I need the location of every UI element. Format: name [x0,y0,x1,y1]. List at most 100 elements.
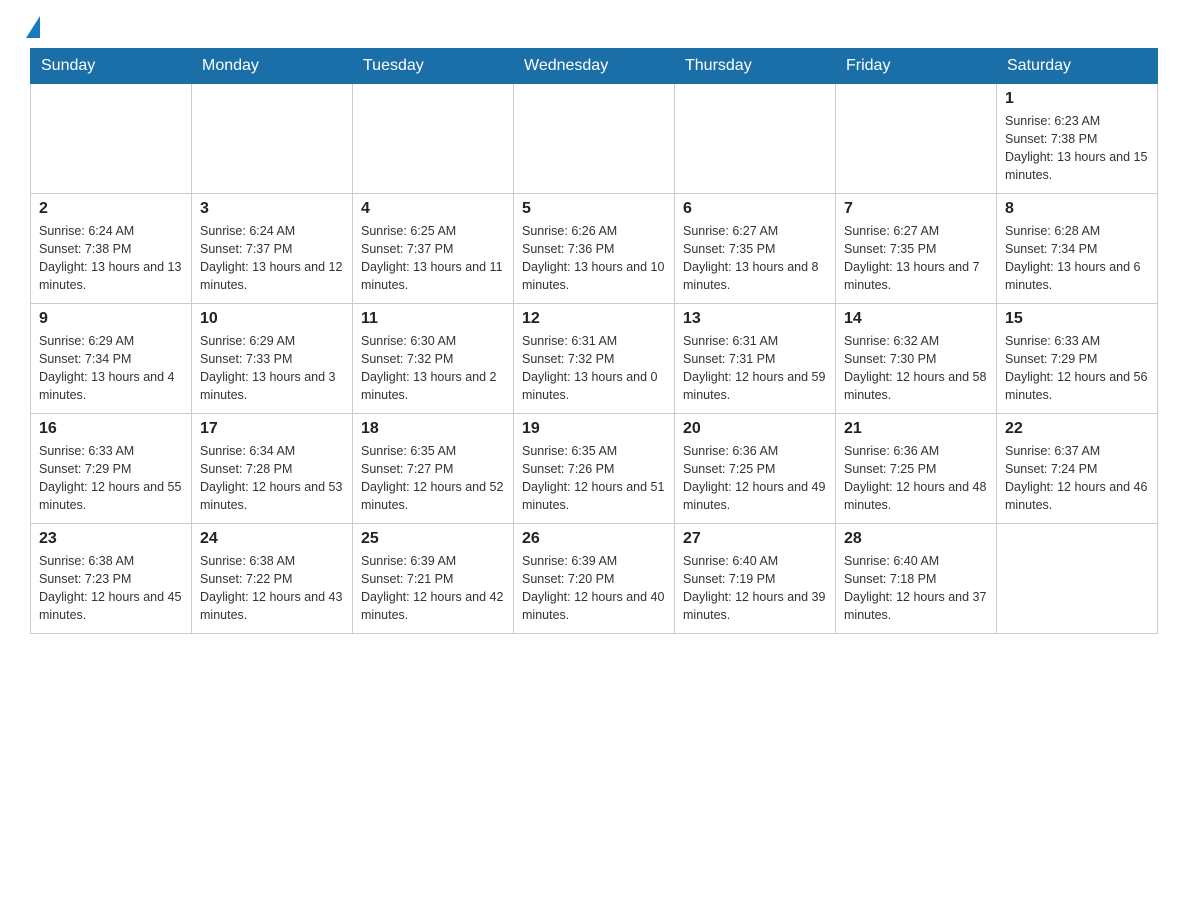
day-info: Sunrise: 6:24 AM Sunset: 7:37 PM Dayligh… [200,222,344,295]
day-info: Sunrise: 6:35 AM Sunset: 7:26 PM Dayligh… [522,442,666,515]
calendar-cell: 6 Sunrise: 6:27 AM Sunset: 7:35 PM Daylig… [675,194,836,304]
logo-triangle-icon [26,16,40,38]
day-number: 12 [522,310,666,328]
logo [30,20,40,38]
day-info: Sunrise: 6:27 AM Sunset: 7:35 PM Dayligh… [844,222,988,295]
day-info: Sunrise: 6:40 AM Sunset: 7:18 PM Dayligh… [844,552,988,625]
day-info: Sunrise: 6:28 AM Sunset: 7:34 PM Dayligh… [1005,222,1149,295]
weekday-header-monday: Monday [192,49,353,84]
calendar-cell: 8 Sunrise: 6:28 AM Sunset: 7:34 PM Daylig… [997,194,1158,304]
calendar-cell: 25Sunrise: 6:39 AM Sunset: 7:21 PM Dayli… [353,524,514,634]
week-row-1: 1Sunrise: 6:23 AM Sunset: 7:38 PM Daylig… [31,84,1158,194]
calendar-cell: 17Sunrise: 6:34 AM Sunset: 7:28 PM Dayli… [192,414,353,524]
day-number: 18 [361,420,505,438]
day-number: 6 [683,200,827,218]
calendar-cell: 13 Sunrise: 6:31 AM Sunset: 7:31 PM Dayli… [675,304,836,414]
day-number: 19 [522,420,666,438]
calendar-cell: 2Sunrise: 6:24 AM Sunset: 7:38 PM Daylig… [31,194,192,304]
day-info: Sunrise: 6:39 AM Sunset: 7:20 PM Dayligh… [522,552,666,625]
day-info: Sunrise: 6:39 AM Sunset: 7:21 PM Dayligh… [361,552,505,625]
day-number: 27 [683,530,827,548]
day-info: Sunrise: 6:30 AM Sunset: 7:32 PM Dayligh… [361,332,505,405]
day-info: Sunrise: 6:32 AM Sunset: 7:30 PM Dayligh… [844,332,988,405]
day-number: 3 [200,200,344,218]
day-number: 26 [522,530,666,548]
day-info: Sunrise: 6:31 AM Sunset: 7:32 PM Dayligh… [522,332,666,405]
calendar-cell [997,524,1158,634]
day-number: 9 [39,310,183,328]
calendar-cell: 23 Sunrise: 6:38 AM Sunset: 7:23 PM Dayli… [31,524,192,634]
calendar-cell: 27 Sunrise: 6:40 AM Sunset: 7:19 PM Dayli… [675,524,836,634]
day-info: Sunrise: 6:33 AM Sunset: 7:29 PM Dayligh… [39,442,183,515]
day-number: 5 [522,200,666,218]
day-number: 22 [1005,420,1149,438]
week-row-4: 16 Sunrise: 6:33 AM Sunset: 7:29 PM Dayli… [31,414,1158,524]
day-info: Sunrise: 6:38 AM Sunset: 7:22 PM Dayligh… [200,552,344,625]
calendar-cell: 4Sunrise: 6:25 AM Sunset: 7:37 PM Daylig… [353,194,514,304]
calendar-cell: 3 Sunrise: 6:24 AM Sunset: 7:37 PM Daylig… [192,194,353,304]
day-info: Sunrise: 6:29 AM Sunset: 7:33 PM Dayligh… [200,332,344,405]
weekday-header-thursday: Thursday [675,49,836,84]
calendar-cell: 11 Sunrise: 6:30 AM Sunset: 7:32 PM Dayli… [353,304,514,414]
day-info: Sunrise: 6:29 AM Sunset: 7:34 PM Dayligh… [39,332,183,405]
calendar-cell [192,84,353,194]
weekday-header-row: SundayMondayTuesdayWednesdayThursdayFrid… [31,49,1158,84]
day-number: 1 [1005,90,1149,108]
day-number: 24 [200,530,344,548]
day-info: Sunrise: 6:26 AM Sunset: 7:36 PM Dayligh… [522,222,666,295]
day-number: 8 [1005,200,1149,218]
calendar-cell [353,84,514,194]
calendar-cell: 10 Sunrise: 6:29 AM Sunset: 7:33 PM Dayli… [192,304,353,414]
day-info: Sunrise: 6:33 AM Sunset: 7:29 PM Dayligh… [1005,332,1149,405]
day-info: Sunrise: 6:38 AM Sunset: 7:23 PM Dayligh… [39,552,183,625]
day-info: Sunrise: 6:31 AM Sunset: 7:31 PM Dayligh… [683,332,827,405]
weekday-header-tuesday: Tuesday [353,49,514,84]
calendar-cell: 16 Sunrise: 6:33 AM Sunset: 7:29 PM Dayli… [31,414,192,524]
calendar-cell: 18 Sunrise: 6:35 AM Sunset: 7:27 PM Dayli… [353,414,514,524]
day-number: 21 [844,420,988,438]
calendar-cell: 15 Sunrise: 6:33 AM Sunset: 7:29 PM Dayli… [997,304,1158,414]
calendar-cell [675,84,836,194]
calendar-cell: 19 Sunrise: 6:35 AM Sunset: 7:26 PM Dayli… [514,414,675,524]
weekday-header-friday: Friday [836,49,997,84]
day-number: 4 [361,200,505,218]
calendar-cell: 12 Sunrise: 6:31 AM Sunset: 7:32 PM Dayli… [514,304,675,414]
day-number: 10 [200,310,344,328]
day-number: 15 [1005,310,1149,328]
week-row-3: 9 Sunrise: 6:29 AM Sunset: 7:34 PM Daylig… [31,304,1158,414]
calendar-table: SundayMondayTuesdayWednesdayThursdayFrid… [30,48,1158,634]
day-info: Sunrise: 6:40 AM Sunset: 7:19 PM Dayligh… [683,552,827,625]
day-number: 23 [39,530,183,548]
calendar-cell: 28 Sunrise: 6:40 AM Sunset: 7:18 PM Dayli… [836,524,997,634]
day-info: Sunrise: 6:27 AM Sunset: 7:35 PM Dayligh… [683,222,827,295]
page-header [30,20,1158,38]
day-number: 16 [39,420,183,438]
day-number: 2 [39,200,183,218]
day-number: 20 [683,420,827,438]
calendar-cell [514,84,675,194]
weekday-header-saturday: Saturday [997,49,1158,84]
week-row-5: 23 Sunrise: 6:38 AM Sunset: 7:23 PM Dayli… [31,524,1158,634]
day-number: 7 [844,200,988,218]
calendar-cell: 9 Sunrise: 6:29 AM Sunset: 7:34 PM Daylig… [31,304,192,414]
calendar-cell: 14 Sunrise: 6:32 AM Sunset: 7:30 PM Dayli… [836,304,997,414]
day-info: Sunrise: 6:35 AM Sunset: 7:27 PM Dayligh… [361,442,505,515]
day-info: Sunrise: 6:36 AM Sunset: 7:25 PM Dayligh… [844,442,988,515]
day-number: 17 [200,420,344,438]
calendar-cell: 26 Sunrise: 6:39 AM Sunset: 7:20 PM Dayli… [514,524,675,634]
weekday-header-sunday: Sunday [31,49,192,84]
day-number: 11 [361,310,505,328]
calendar-cell: 20 Sunrise: 6:36 AM Sunset: 7:25 PM Dayli… [675,414,836,524]
day-info: Sunrise: 6:37 AM Sunset: 7:24 PM Dayligh… [1005,442,1149,515]
calendar-cell: 1Sunrise: 6:23 AM Sunset: 7:38 PM Daylig… [997,84,1158,194]
week-row-2: 2Sunrise: 6:24 AM Sunset: 7:38 PM Daylig… [31,194,1158,304]
day-number: 28 [844,530,988,548]
calendar-cell: 24 Sunrise: 6:38 AM Sunset: 7:22 PM Dayli… [192,524,353,634]
calendar-cell: 22 Sunrise: 6:37 AM Sunset: 7:24 PM Dayli… [997,414,1158,524]
day-info: Sunrise: 6:36 AM Sunset: 7:25 PM Dayligh… [683,442,827,515]
day-number: 14 [844,310,988,328]
day-number: 13 [683,310,827,328]
weekday-header-wednesday: Wednesday [514,49,675,84]
calendar-cell: 21 Sunrise: 6:36 AM Sunset: 7:25 PM Dayli… [836,414,997,524]
calendar-cell [31,84,192,194]
